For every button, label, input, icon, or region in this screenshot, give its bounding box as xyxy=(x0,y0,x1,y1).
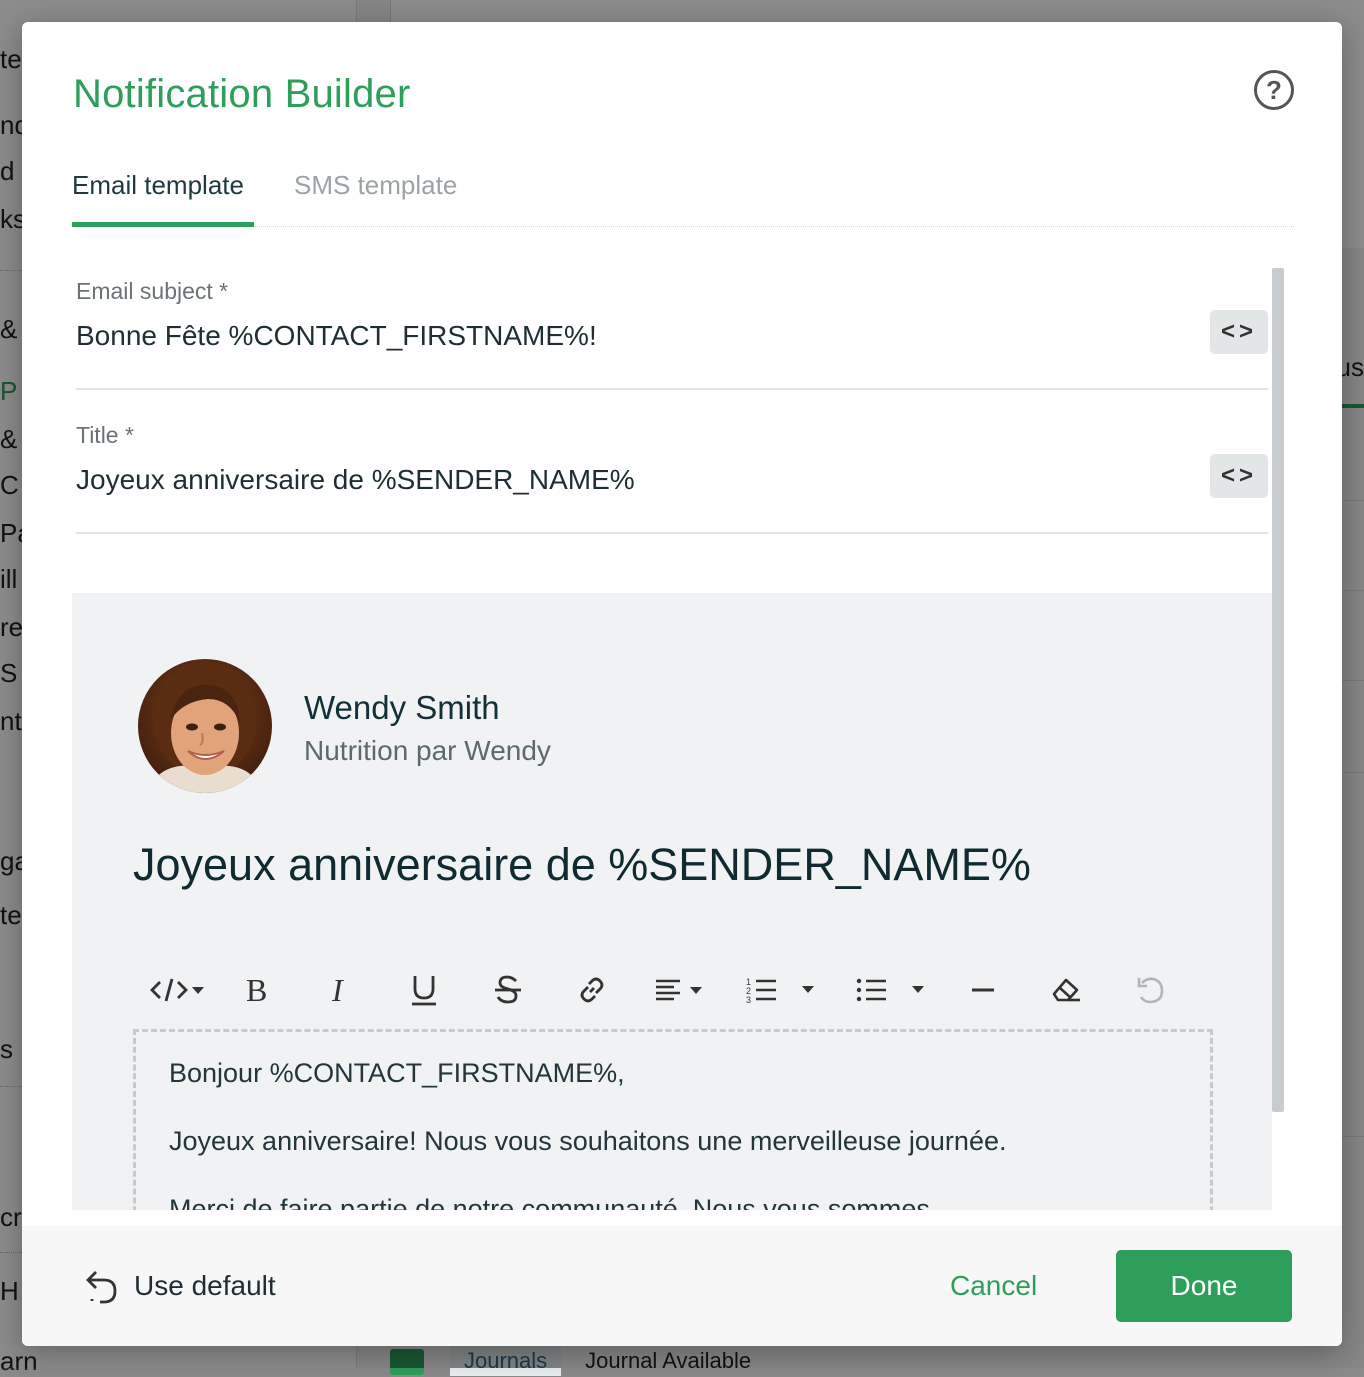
insert-variable-button[interactable]: <> xyxy=(1210,310,1268,354)
template-tabs: Email template SMS template xyxy=(72,162,1294,227)
use-default-button[interactable]: Use default xyxy=(84,1266,276,1306)
sender-avatar xyxy=(138,659,272,793)
sender-name: Wendy Smith xyxy=(304,689,500,726)
underline-icon[interactable] xyxy=(408,969,440,1011)
bullet-list-icon[interactable] xyxy=(856,969,936,1011)
horizontal-rule-icon[interactable] xyxy=(970,969,996,1011)
dialog-scroll-area: Email subject * Bonne Fête %CONTACT_FIRS… xyxy=(72,266,1272,1210)
clear-format-icon[interactable] xyxy=(1050,969,1082,1011)
align-icon[interactable] xyxy=(654,969,710,1011)
done-button[interactable]: Done xyxy=(1116,1250,1292,1322)
editor-paragraph: Bonjour %CONTACT_FIRSTNAME%, xyxy=(169,1058,625,1088)
undo-icon[interactable] xyxy=(1134,969,1166,1011)
email-preview: Wendy Smith Nutrition par Wendy Joyeux a… xyxy=(72,593,1272,1210)
editor-paragraph: Joyeux anniversaire! Nous vous souhaiton… xyxy=(169,1126,1007,1156)
tab-sms-template[interactable]: SMS template xyxy=(294,170,457,201)
svg-text:I: I xyxy=(331,975,344,1005)
preview-heading: Joyeux anniversaire de %SENDER_NAME% xyxy=(133,839,1031,890)
dialog-footer: Use default Cancel Done xyxy=(22,1226,1342,1346)
bold-icon[interactable]: B xyxy=(242,969,272,1011)
use-default-label: Use default xyxy=(134,1270,276,1301)
insert-variable-button[interactable]: <> xyxy=(1210,454,1268,498)
email-subject-label: Email subject * xyxy=(76,278,229,304)
ordered-list-icon[interactable]: 123 xyxy=(746,969,826,1011)
tab-email-template[interactable]: Email template xyxy=(72,170,244,201)
cancel-button[interactable]: Cancel xyxy=(950,1270,1037,1302)
title-field: Title * Joyeux anniversaire de %SENDER_N… xyxy=(76,410,1268,534)
svg-text:B: B xyxy=(246,975,267,1005)
active-tab-indicator xyxy=(72,222,254,227)
rich-text-editor[interactable]: Bonjour %CONTACT_FIRSTNAME%, Joyeux anni… xyxy=(133,1029,1213,1210)
editor-paragraph: Merci de faire partie de notre communaut… xyxy=(169,1194,930,1210)
italic-icon[interactable]: I xyxy=(326,969,356,1011)
reset-icon xyxy=(86,1271,117,1304)
title-input[interactable]: Joyeux anniversaire de %SENDER_NAME% xyxy=(76,464,635,496)
link-icon[interactable] xyxy=(576,969,608,1011)
strikethrough-icon[interactable] xyxy=(492,969,524,1011)
notification-builder-dialog: Notification Builder ? Email template SM… xyxy=(22,22,1342,1346)
title-label: Title * xyxy=(76,422,134,448)
svg-text:3: 3 xyxy=(746,995,751,1004)
email-subject-field: Email subject * Bonne Fête %CONTACT_FIRS… xyxy=(76,266,1268,390)
dialog-title: Notification Builder xyxy=(73,72,411,116)
code-view-icon[interactable] xyxy=(150,969,208,1011)
sender-company: Nutrition par Wendy xyxy=(304,735,551,766)
editor-toolbar: B I 123 xyxy=(134,965,1214,1015)
dialog-scrollbar[interactable] xyxy=(1272,268,1284,1112)
email-subject-input[interactable]: Bonne Fête %CONTACT_FIRSTNAME%! xyxy=(76,320,597,352)
help-icon[interactable]: ? xyxy=(1254,70,1294,110)
